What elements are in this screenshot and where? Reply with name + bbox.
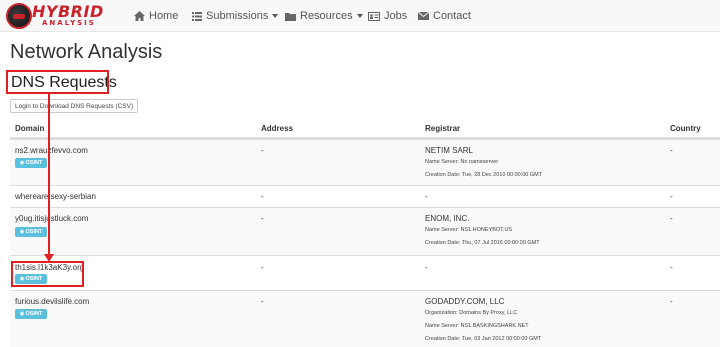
registrar-cell: - [425, 263, 428, 272]
table-row [10, 255, 720, 290]
annotation-highlight-box [11, 261, 84, 287]
eye-icon: ◉ [19, 311, 25, 317]
registrar-cell: ENOM, INC. [425, 214, 470, 223]
country-cell: - [670, 263, 673, 272]
id-card-icon [368, 11, 380, 21]
registrar-cell: GODADDY.COM, LLC [425, 297, 505, 306]
page-title: Network Analysis [10, 41, 163, 63]
nav-resources[interactable]: Resources [285, 0, 363, 32]
table-row [10, 139, 720, 185]
osint-label: OSINT [25, 160, 43, 166]
nav-submissions-label: Submissions [206, 10, 269, 22]
country-cell: - [670, 192, 673, 201]
address-cell: - [261, 214, 264, 223]
logo-subtext: ANALYSIS [42, 19, 96, 27]
chevron-down-icon [356, 14, 363, 19]
country-cell: - [670, 297, 673, 306]
column-header-domain: Domain [15, 124, 45, 133]
osint-button[interactable]: ◉OSINT [15, 309, 47, 319]
domain-cell[interactable]: ns2.wrauzfevvo.com [15, 146, 88, 155]
country-cell: - [670, 214, 673, 223]
registrar-detail: Creation Date: Tue, 03 Jan 2012 00:00:00… [425, 336, 542, 342]
table-row [10, 207, 720, 255]
registrar-cell: - [425, 192, 428, 201]
column-header-address: Address [261, 124, 294, 133]
table-row [10, 185, 720, 207]
folder-icon [285, 12, 296, 21]
osint-button[interactable]: ◉OSINT [15, 158, 47, 168]
domain-cell[interactable]: y0ug.itisjustluck.com [15, 214, 88, 223]
registrar-detail: Creation Date: Thu, 07 Jul 2016 00:00:00… [425, 240, 540, 246]
osint-button[interactable]: ◉OSINT [15, 227, 47, 237]
address-cell: - [261, 192, 264, 201]
nav-jobs-label: Jobs [384, 10, 408, 22]
domain-cell[interactable]: whereare.sexy-serbian [15, 192, 96, 201]
address-cell: - [261, 263, 264, 272]
registrar-detail: Name Server: No nameserver [425, 159, 499, 165]
list-icon [192, 11, 202, 21]
annotation-arrow-line [48, 94, 50, 256]
address-cell: - [261, 297, 264, 306]
registrar-detail: Name Server: NS1.HONEYBOT.US [425, 227, 513, 233]
registrar-detail: Creation Date: Tue, 28 Dec 2010 00:00:00… [425, 172, 543, 178]
domain-cell[interactable]: furious.devilslife.com [15, 297, 89, 306]
nav-contact-label: Contact [433, 10, 471, 22]
table-row [10, 290, 720, 347]
eye-icon: ◉ [19, 229, 25, 235]
address-cell: - [261, 146, 264, 155]
country-cell: - [670, 146, 673, 155]
nav-contact[interactable]: Contact [418, 0, 471, 32]
nav-home-label: Home [149, 10, 179, 22]
column-header-country: Country [670, 124, 701, 133]
chevron-down-icon [272, 14, 279, 19]
logo-mark-icon [6, 3, 32, 29]
registrar-cell: NETIM SARL [425, 146, 474, 155]
nav-jobs[interactable]: Jobs [368, 0, 407, 32]
section-highlight-box [6, 70, 109, 94]
envelope-icon [418, 12, 429, 21]
osint-label: OSINT [25, 229, 43, 235]
nav-submissions[interactable]: Submissions [192, 0, 279, 32]
home-icon [134, 11, 145, 22]
osint-label: OSINT [25, 311, 43, 317]
column-header-registrar: Registrar [425, 124, 461, 133]
registrar-detail: Organization: Domains By Proxy, LLC [425, 310, 518, 316]
nav-resources-label: Resources [300, 10, 353, 22]
hybrid-analysis-logo[interactable]: HYBRID ANALYSIS [6, 3, 118, 29]
download-csv-button[interactable]: Login to Download DNS Requests (CSV) [10, 99, 139, 113]
nav-home[interactable]: Home [134, 0, 178, 32]
registrar-detail: Name Server: NS1.BASKINGSHARK.NET [425, 323, 529, 329]
navbar: HYBRID ANALYSIS Home Submissions Resourc… [0, 0, 720, 32]
logo-text: HYBRID [32, 2, 104, 21]
eye-icon: ◉ [19, 160, 25, 166]
